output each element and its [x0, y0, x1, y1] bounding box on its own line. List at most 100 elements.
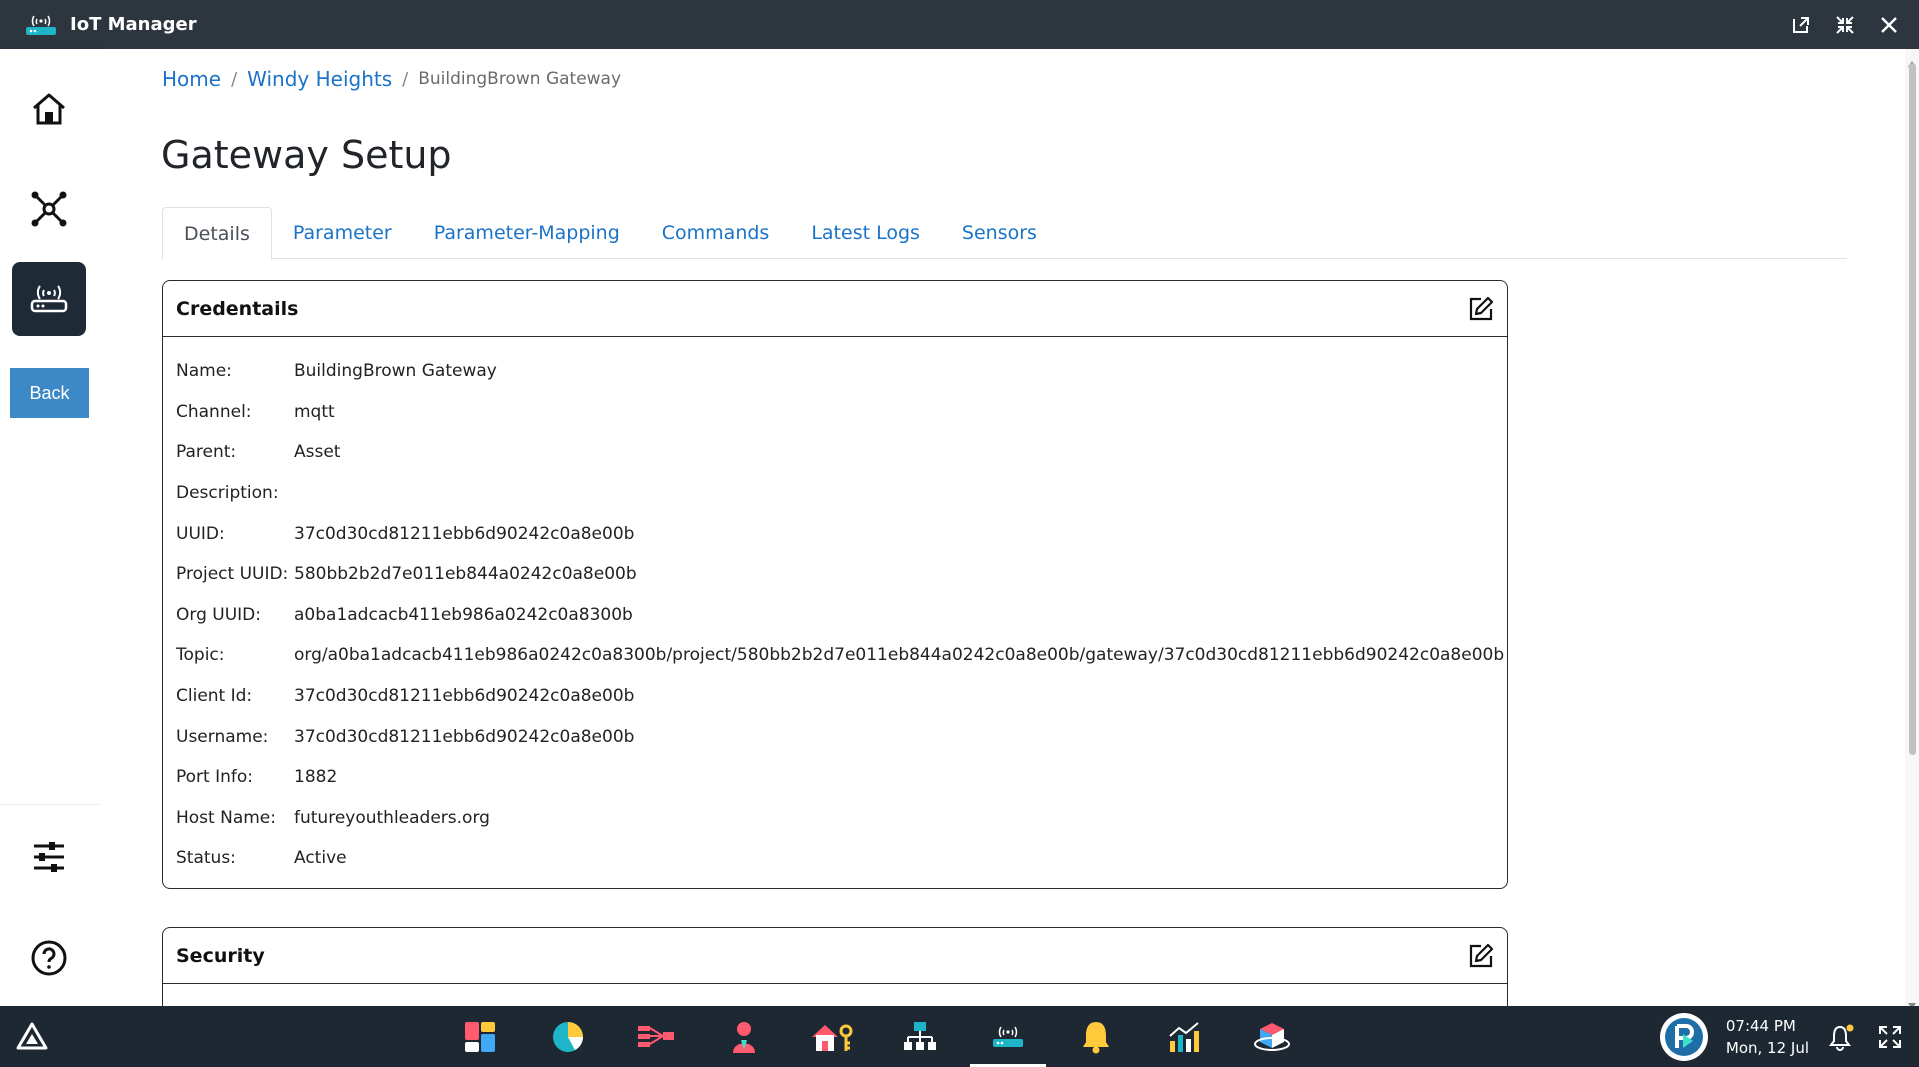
vertical-scrollbar[interactable]	[1905, 49, 1919, 1009]
credential-row-port-info: Port Info: 1882	[176, 757, 1494, 798]
gateway-icon	[30, 285, 68, 313]
sidebar-item-home[interactable]	[12, 72, 86, 146]
field-label: Host Name:	[176, 807, 276, 828]
field-value: a0ba1adcacb411eb986a0242c0a8300b	[294, 604, 633, 625]
security-title: Security	[176, 944, 265, 967]
breadcrumb-home[interactable]: Home	[162, 67, 221, 91]
alerts-app-icon	[1083, 1021, 1109, 1053]
credential-row-username: Username: 37c0d30cd81211ebb6d90242c0a8e00…	[176, 716, 1494, 757]
property-access-app-icon	[812, 1024, 853, 1051]
analytics-pie-app-icon	[553, 1021, 583, 1052]
sidebar-item-settings[interactable]	[12, 820, 86, 894]
tab-latest-logs[interactable]: Latest Logs	[790, 207, 941, 259]
field-value: Active	[294, 848, 347, 869]
clock-time: 07:44 PM	[1725, 1016, 1796, 1035]
scroll-down-icon[interactable]	[1908, 994, 1916, 1009]
edit-security-button[interactable]	[1467, 942, 1495, 970]
gateway-icon	[24, 13, 58, 37]
scroll-up-icon[interactable]	[1908, 52, 1916, 67]
credential-row-client-id: Client Id: 37c0d30cd81211ebb6d90242c0a8e0…	[176, 676, 1494, 717]
shrink-icon[interactable]	[1833, 13, 1857, 37]
tab-parameter-mapping[interactable]: Parameter-Mapping	[413, 207, 641, 259]
breadcrumb-separator: /	[402, 68, 409, 90]
page-title: Gateway Setup	[161, 133, 452, 177]
credential-row-project-uuid: Project UUID: 580bb2b2d7e011eb844a0242c0a…	[176, 554, 1494, 595]
close-icon[interactable]	[1877, 13, 1901, 37]
popout-icon[interactable]	[1789, 13, 1813, 37]
field-value: 37c0d30cd81211ebb6d90242c0a8e00b	[294, 523, 635, 544]
tab-bar: Details Parameter Parameter-Mapping Comm…	[162, 207, 1847, 260]
breadcrumb-current: BuildingBrown Gateway	[418, 69, 622, 89]
user-app-icon	[733, 1021, 755, 1053]
field-label: Username:	[176, 726, 269, 747]
sidebar: Back	[0, 49, 100, 1006]
taskbar-app-analytics[interactable]	[524, 1006, 612, 1067]
title-bar: IoT Manager	[0, 0, 1919, 49]
taskbar-app-dashboard[interactable]	[436, 1006, 524, 1067]
field-value: futureyouthleaders.org	[294, 807, 490, 828]
sliders-icon	[34, 842, 64, 872]
fullscreen-icon[interactable]	[1875, 1022, 1905, 1052]
credential-row-status: Status: Active	[176, 838, 1494, 879]
field-value: Asset	[294, 442, 341, 463]
tab-parameter[interactable]: Parameter	[272, 207, 413, 259]
back-button[interactable]: Back	[10, 368, 89, 418]
brand-logo-icon[interactable]	[1659, 1012, 1708, 1061]
taskbar-app-property-access[interactable]	[788, 1006, 876, 1067]
tab-details[interactable]: Details	[162, 207, 272, 260]
network-icon	[31, 191, 67, 227]
breadcrumb-separator: /	[231, 68, 238, 90]
credentials-card-header: Credentails	[163, 281, 1507, 337]
breadcrumb-site[interactable]: Windy Heights	[247, 67, 392, 91]
taskbar-clock: 07:44 PM Mon, 12 Jul	[1726, 1015, 1809, 1059]
field-label: Topic:	[176, 645, 225, 666]
sidebar-item-network[interactable]	[12, 172, 86, 246]
edit-icon	[1469, 943, 1494, 967]
hierarchy-app-icon	[904, 1021, 936, 1050]
clock-date: Mon, 12 Jul	[1725, 1038, 1809, 1057]
credential-row-description: Description:	[176, 473, 1494, 514]
field-label: Port Info:	[176, 767, 254, 788]
field-label: Channel:	[176, 401, 252, 422]
dashboard-app-icon	[465, 1021, 495, 1052]
credentials-body: Name: BuildingBrown Gateway Channel: mqtt …	[163, 337, 1507, 879]
sidebar-item-help[interactable]	[12, 921, 86, 995]
tab-sensors[interactable]: Sensors	[941, 207, 1058, 259]
taskbar-app-reports[interactable]	[1140, 1006, 1228, 1067]
3d-model-app-icon	[1254, 1022, 1290, 1051]
notifications-bell-icon[interactable]	[1827, 1022, 1857, 1052]
credentials-card: Credentails Name: BuildingBrown Gateway C…	[162, 280, 1508, 889]
sidebar-item-gateway[interactable]	[12, 262, 86, 336]
field-label: Parent:	[176, 442, 237, 463]
credential-row-channel: Channel: mqtt	[176, 392, 1494, 433]
taskbar-app-alerts[interactable]	[1052, 1006, 1140, 1067]
taskbar-app-hierarchy[interactable]	[876, 1006, 964, 1067]
field-label: Org UUID:	[176, 604, 261, 625]
flow-app-icon	[638, 1025, 674, 1047]
credential-row-parent: Parent: Asset	[176, 432, 1494, 473]
scrollbar-thumb[interactable]	[1909, 63, 1916, 755]
security-card-header: Security	[163, 928, 1507, 984]
sidebar-divider	[0, 804, 100, 805]
reports-app-icon	[1169, 1021, 1199, 1052]
start-icon[interactable]	[14, 1018, 50, 1054]
field-label: UUID:	[176, 523, 225, 544]
main-content: Home / Windy Heights / BuildingBrown Gat…	[100, 49, 1905, 1006]
field-label: Name:	[176, 361, 232, 382]
taskbar-app-user[interactable]	[700, 1006, 788, 1067]
tab-commands[interactable]: Commands	[641, 207, 791, 259]
field-value: 37c0d30cd81211ebb6d90242c0a8e00b	[294, 686, 635, 707]
field-label: Status:	[176, 848, 236, 869]
taskbar-app-3d-model[interactable]	[1228, 1006, 1316, 1067]
edit-credentials-button[interactable]	[1467, 295, 1495, 323]
field-label: Client Id:	[176, 686, 253, 707]
app-title: IoT Manager	[70, 14, 197, 35]
field-value: mqtt	[294, 401, 335, 422]
gateway-app-icon	[993, 1026, 1023, 1047]
taskbar-app-gateway[interactable]	[964, 1006, 1052, 1067]
taskbar-app-flow[interactable]	[612, 1006, 700, 1067]
credential-row-host-name: Host Name: futureyouthleaders.org	[176, 798, 1494, 839]
field-value: org/a0ba1adcacb411eb986a0242c0a8300b/pro…	[294, 645, 1505, 666]
credential-row-uuid: UUID: 37c0d30cd81211ebb6d90242c0a8e00b	[176, 513, 1494, 554]
breadcrumb: Home / Windy Heights / BuildingBrown Gat…	[162, 67, 621, 91]
